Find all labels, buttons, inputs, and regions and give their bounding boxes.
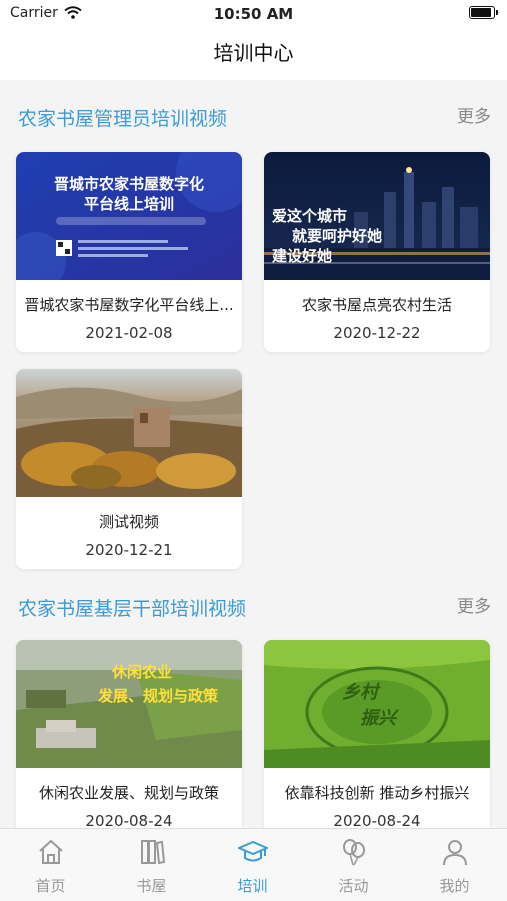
- video-title: 测试视频: [98, 513, 159, 531]
- thumbnail-caption: 乡村: [342, 682, 378, 703]
- video-card[interactable]: 测试视频 2020-12-21: [16, 369, 242, 569]
- video-date: 2020-12-22: [333, 324, 421, 342]
- status-time: 10:50 AM: [213, 5, 294, 23]
- status-bar: Carrier 10:50 AM: [0, 0, 507, 30]
- video-card[interactable]: 休闲农业 发展、规划与政策 休闲农业发展、规划与政策 2020-08-24: [16, 640, 242, 840]
- video-thumbnail: 休闲农业 发展、规划与政策: [16, 640, 242, 768]
- video-thumbnail: 晋城市农家书屋数字化 平台线上培训: [16, 152, 242, 280]
- thumbnail-caption: 爱这个城市: [272, 207, 348, 225]
- video-thumbnail: 爱这个城市 就要呵护好她 建设好她: [264, 152, 490, 280]
- video-card[interactable]: 乡村 振兴 依靠科技创新 推动乡村振兴 2020-08-24: [264, 640, 490, 840]
- video-title: 农家书屋点亮农村生活: [301, 296, 452, 314]
- video-card[interactable]: 爱这个城市 就要呵护好她 建设好她 农家书屋点亮农村生活 2020-12-22: [264, 152, 490, 352]
- section-header-admin: 农家书屋管理员培训视频 更多: [0, 96, 507, 136]
- tab-label: 活动: [338, 877, 369, 895]
- thumbnail-caption: 平台线上培训: [83, 195, 174, 213]
- video-thumbnail: [16, 369, 242, 497]
- thumbnail-caption: 振兴: [360, 708, 396, 729]
- tab-label: 书屋: [136, 877, 167, 895]
- thumbnail-caption: 建设好她: [272, 247, 333, 265]
- tab-label: 培训: [237, 877, 268, 895]
- thumbnail-caption: 休闲农业: [112, 663, 173, 681]
- thumbnail-caption: 发展、规划与政策: [98, 687, 219, 705]
- thumbnail-caption: 晋城市农家书屋数字化: [53, 175, 204, 193]
- tab-training[interactable]: 培训: [202, 829, 303, 901]
- video-thumbnail: 乡村 振兴: [264, 640, 490, 768]
- video-card[interactable]: 晋城市农家书屋数字化 平台线上培训 晋城农家书屋数字化平台线上... 2021-…: [16, 152, 242, 352]
- tab-home[interactable]: 首页: [0, 829, 101, 901]
- nav-bar: 培训中心: [0, 30, 507, 80]
- video-title: 依靠科技创新 推动乡村振兴: [284, 784, 470, 802]
- thumbnail-caption: 就要呵护好她: [292, 227, 383, 245]
- graduation-cap-icon: [238, 841, 268, 862]
- tab-bar: 首页 书屋 培训 活动 我的: [0, 828, 507, 901]
- home-icon: [39, 840, 63, 864]
- section-title: 农家书屋基层干部培训视频: [18, 598, 247, 620]
- tab-profile[interactable]: 我的: [404, 829, 505, 901]
- section-title: 农家书屋管理员培训视频: [18, 108, 228, 130]
- tab-label: 首页: [35, 877, 66, 895]
- balloons-icon: [343, 839, 365, 866]
- battery-icon: [469, 6, 498, 19]
- tab-label: 我的: [439, 877, 470, 895]
- tab-activities[interactable]: 活动: [303, 829, 404, 901]
- user-icon: [443, 840, 467, 866]
- tab-bookhouse[interactable]: 书屋: [101, 829, 202, 901]
- page-title: 培训中心: [213, 41, 294, 65]
- books-icon: [141, 840, 166, 865]
- video-date: 2021-02-08: [85, 324, 173, 342]
- section-header-cadre: 农家书屋基层干部培训视频 更多: [0, 586, 507, 626]
- more-button[interactable]: 更多: [457, 592, 491, 617]
- more-button[interactable]: 更多: [457, 102, 491, 127]
- video-date: 2020-12-21: [85, 541, 173, 559]
- video-title: 休闲农业发展、规划与政策: [38, 784, 219, 802]
- video-title: 晋城农家书屋数字化平台线上...: [24, 296, 234, 314]
